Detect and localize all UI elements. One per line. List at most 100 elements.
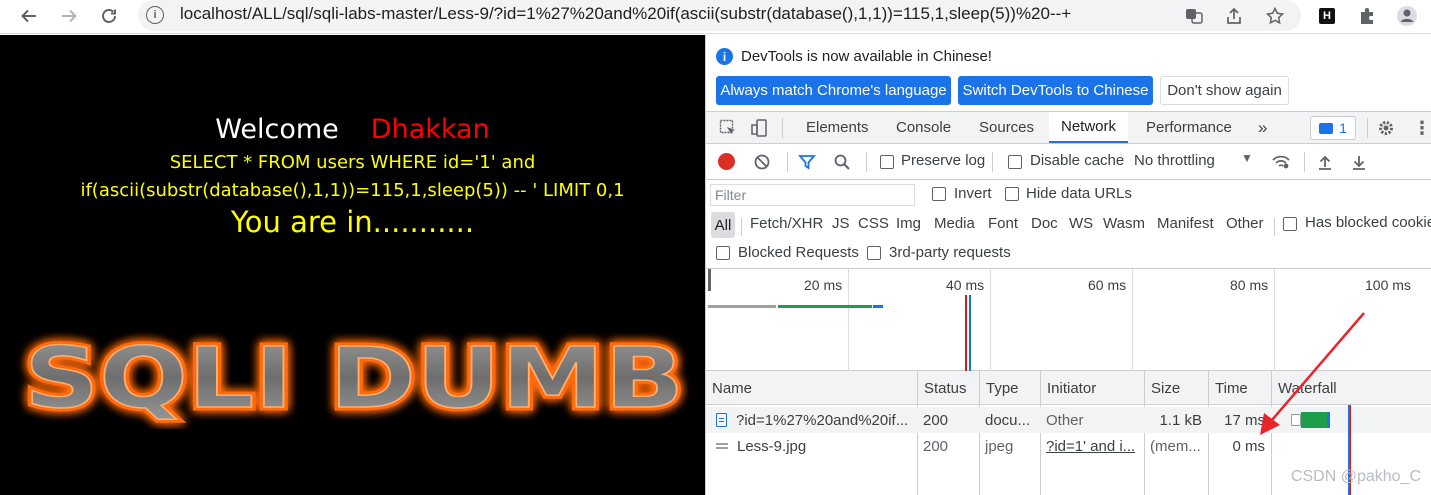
switch-to-chinese-button[interactable]: Switch DevTools to Chinese — [958, 76, 1153, 105]
profile-avatar-icon[interactable] — [1394, 3, 1420, 29]
timeline-tick-label: 20 ms — [804, 277, 843, 293]
type-cell: docu... — [985, 411, 1031, 429]
annotation-arrow — [1260, 312, 1365, 435]
welcome-text: Welcome — [215, 114, 339, 145]
filter-type-img[interactable]: Img — [896, 215, 921, 232]
throttling-select[interactable]: No throttling — [1134, 152, 1215, 169]
extension-h-icon[interactable]: H — [1314, 3, 1340, 29]
issues-counter[interactable]: 1 — [1310, 116, 1356, 140]
tab-sources[interactable]: Sources — [967, 112, 1046, 143]
filter-funnel-icon[interactable] — [795, 150, 819, 174]
disable-cache-label: Disable cache — [1030, 152, 1125, 169]
clear-icon[interactable] — [750, 150, 774, 174]
request-name-cell[interactable]: ?id=1%27%20and%20if... — [712, 407, 917, 433]
size-cell: (mem... — [1150, 437, 1201, 455]
sql-query-line-1: SELECT * FROM users WHERE id='1' and — [169, 152, 536, 173]
status-cell: 200 — [923, 437, 949, 455]
chevron-down-icon[interactable]: ▼ — [1241, 151, 1253, 165]
address-bar[interactable]: i localhost/ALL/sql/sqli-labs-master/Les… — [138, 0, 1301, 31]
preserve-log-label: Preserve log — [901, 152, 986, 169]
initiator-link[interactable]: ?id=1' and i... — [1040, 433, 1144, 459]
settings-gear-icon[interactable] — [1374, 116, 1398, 140]
col-size[interactable]: Size — [1144, 371, 1208, 405]
url-text[interactable]: localhost/ALL/sql/sqli-labs-master/Less-… — [180, 4, 1071, 24]
network-conditions-icon[interactable] — [1269, 150, 1293, 174]
watermark: CSDN @pakho_C — [1290, 468, 1421, 485]
timeline-tick-label: 80 ms — [1230, 277, 1269, 293]
back-icon[interactable] — [15, 2, 43, 30]
timeline-tick-label: 60 ms — [1088, 277, 1127, 293]
tab-elements[interactable]: Elements — [794, 112, 881, 143]
invert-checkbox[interactable] — [932, 187, 946, 201]
filter-type-other[interactable]: Other — [1226, 215, 1264, 232]
tab-performance[interactable]: Performance — [1134, 112, 1244, 143]
translate-icon[interactable] — [1181, 3, 1207, 29]
network-filter-bar: Filter Invert Hide data URLs All Fetch/X… — [706, 180, 1431, 269]
inspect-element-icon[interactable] — [716, 116, 740, 140]
forward-icon[interactable] — [55, 2, 83, 30]
request-name: Less-9.jpg — [737, 437, 807, 455]
blocked-requests-checkbox[interactable] — [716, 246, 730, 260]
dont-show-again-button[interactable]: Don't show again — [1160, 76, 1289, 105]
browser-toolbar: i localhost/ALL/sql/sqli-labs-master/Les… — [0, 0, 1431, 34]
more-options-icon[interactable]: ⋮ — [1410, 116, 1431, 140]
result-message: You are in........... — [230, 205, 475, 239]
svg-text:SQLI DUMB: SQLI DUMB — [24, 329, 684, 427]
filter-type-font[interactable]: Font — [988, 215, 1018, 232]
request-name: ?id=1%27%20and%20if... — [736, 411, 909, 429]
share-icon[interactable] — [1221, 3, 1247, 29]
bookmark-star-icon[interactable] — [1262, 3, 1288, 29]
third-party-checkbox[interactable] — [867, 246, 881, 260]
invert-label: Invert — [954, 185, 992, 202]
search-icon[interactable] — [830, 150, 854, 174]
extensions-puzzle-icon[interactable] — [1354, 3, 1380, 29]
record-icon[interactable] — [718, 153, 735, 170]
filter-type-doc[interactable]: Doc — [1031, 215, 1058, 232]
load-event-line — [965, 295, 967, 371]
col-type[interactable]: Type — [979, 371, 1040, 405]
filter-type-wasm[interactable]: Wasm — [1103, 215, 1145, 232]
filter-type-js[interactable]: JS — [832, 215, 850, 232]
col-status[interactable]: Status — [917, 371, 979, 405]
has-blocked-cookies-checkbox[interactable] — [1283, 217, 1297, 231]
device-toolbar-icon[interactable] — [748, 116, 772, 140]
filter-input[interactable]: Filter — [710, 184, 915, 206]
sql-query-line-2: if(ascii(substr(database(),1,1))=115,1,s… — [80, 180, 625, 201]
domcontentloaded-line — [969, 295, 971, 371]
col-name[interactable]: Name — [706, 371, 917, 405]
timeline-tick-label: 40 ms — [946, 277, 985, 293]
import-har-icon[interactable] — [1313, 150, 1337, 174]
has-blocked-cookies-label: Has blocked cookies — [1305, 214, 1431, 231]
status-cell: 200 — [923, 411, 949, 429]
filter-type-manifest[interactable]: Manifest — [1157, 215, 1214, 232]
timeline-gridline — [1132, 269, 1133, 371]
reload-icon[interactable] — [95, 2, 123, 30]
filter-type-ws[interactable]: WS — [1069, 215, 1093, 232]
size-cell: 1.1 kB — [1159, 411, 1202, 429]
disable-cache-checkbox[interactable] — [1008, 155, 1022, 169]
devtools-tabs: Elements Console Sources Network Perform… — [706, 111, 1431, 144]
request-name-cell[interactable]: Less-9.jpg — [712, 433, 917, 459]
always-match-language-button[interactable]: Always match Chrome's language — [716, 76, 951, 105]
export-har-icon[interactable] — [1347, 150, 1371, 174]
third-party-label: 3rd-party requests — [889, 244, 1011, 261]
filter-type-css[interactable]: CSS — [858, 215, 889, 232]
more-tabs-icon[interactable]: » — [1254, 112, 1271, 143]
preserve-log-checkbox[interactable] — [880, 155, 894, 169]
issues-count: 1 — [1339, 120, 1347, 136]
hide-data-urls-checkbox[interactable] — [1005, 187, 1019, 201]
welcome-heading: Welcome Dhakkan — [0, 114, 705, 145]
timeline-gridline — [848, 269, 849, 371]
col-initiator[interactable]: Initiator — [1040, 371, 1144, 405]
filter-type-all[interactable]: All — [711, 212, 735, 238]
timeline-bar-waiting — [708, 305, 776, 308]
filter-type-media[interactable]: Media — [934, 215, 975, 232]
tab-network[interactable]: Network — [1049, 112, 1129, 143]
type-cell: jpeg — [985, 437, 1014, 455]
timeline-tick-label: 100 ms — [1365, 277, 1411, 293]
timeline-handle[interactable] — [708, 269, 711, 291]
infobar-message: DevTools is now available in Chinese! — [741, 48, 992, 65]
filter-type-fetch-xhr[interactable]: Fetch/XHR — [750, 215, 823, 232]
site-info-icon[interactable]: i — [146, 6, 164, 24]
tab-console[interactable]: Console — [884, 112, 963, 143]
